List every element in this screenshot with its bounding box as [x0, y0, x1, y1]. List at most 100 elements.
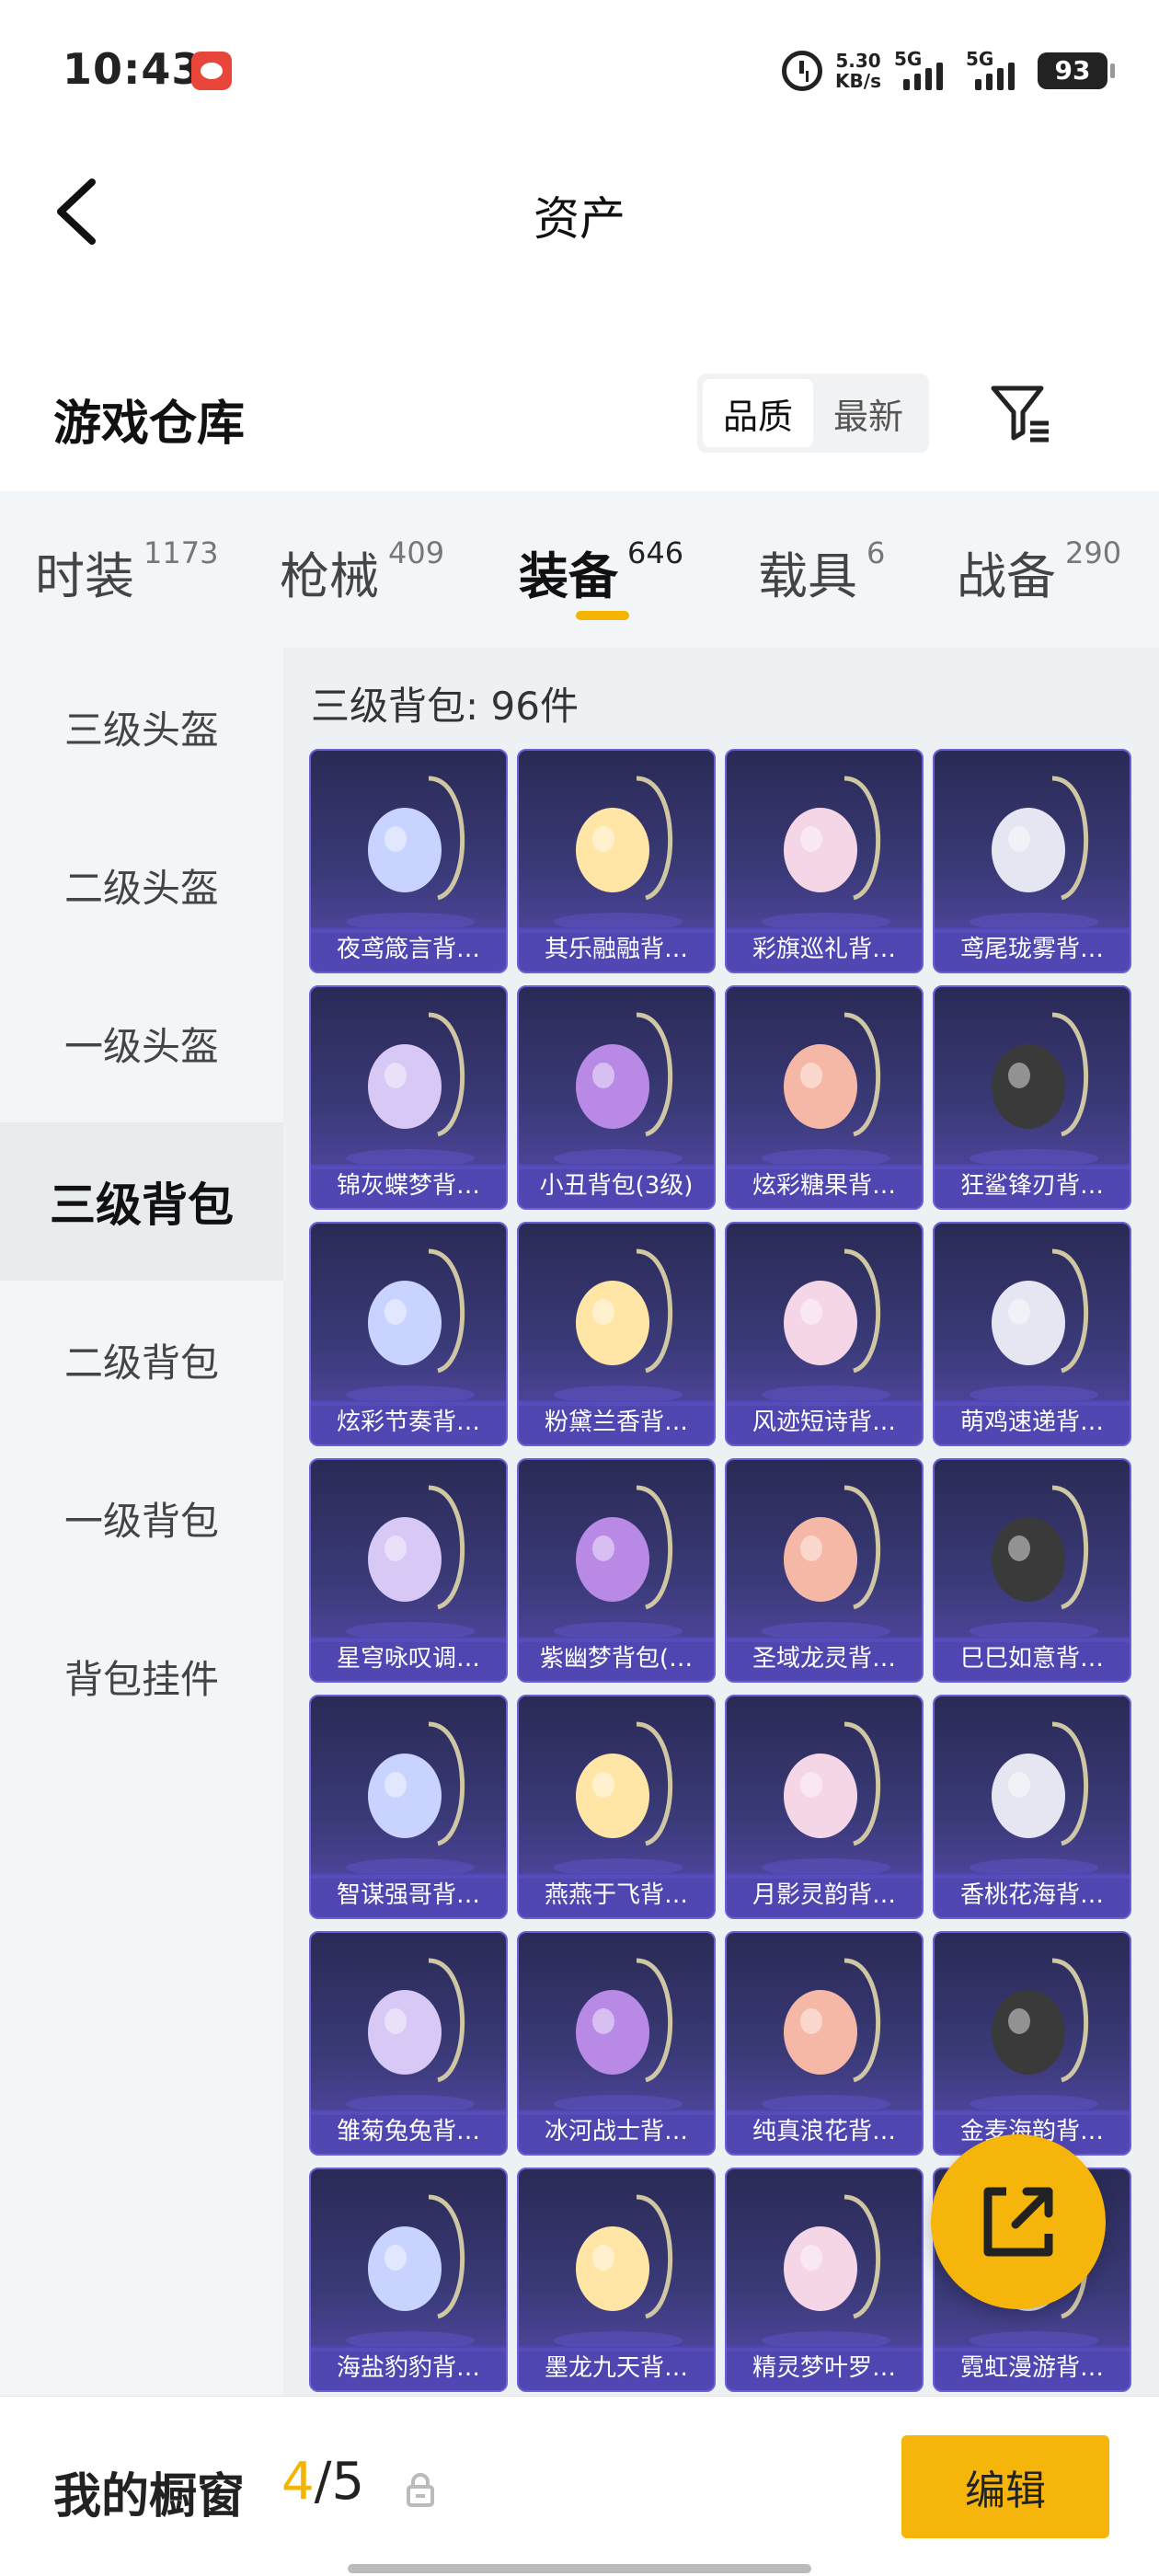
item-card[interactable]: 炫彩节奏背… — [309, 1222, 508, 1446]
sidebar-item-level3-backpack[interactable]: 三级背包 — [0, 1122, 283, 1281]
backpack-thumbnail — [727, 751, 922, 931]
item-name: 霓虹漫游背… — [935, 2346, 1130, 2390]
item-card[interactable]: 鸢尾珑雾背… — [933, 749, 1131, 973]
backpack-thumbnail — [519, 1460, 714, 1640]
tab-label: 时装 — [35, 547, 134, 605]
status-bar: 10:43 5.30 KB/s 5G 5G 93 — [0, 0, 1159, 138]
item-name: 巳巳如意背… — [935, 1637, 1130, 1681]
sidebar-item-level2-helmet[interactable]: 二级头盔 — [0, 806, 283, 964]
item-card[interactable]: 冰河战士背… — [517, 1931, 716, 2156]
item-name: 月影灵韵背… — [727, 1873, 922, 1917]
item-name: 燕燕于飞背… — [519, 1873, 714, 1917]
sort-option-quality[interactable]: 品质 — [703, 379, 813, 447]
share-button[interactable] — [931, 2134, 1106, 2309]
item-card[interactable]: 墨龙九天背… — [517, 2168, 716, 2392]
item-card[interactable]: 紫幽梦背包(… — [517, 1458, 716, 1683]
tab-label: 枪械 — [280, 547, 379, 605]
app-notification-icon — [191, 52, 232, 90]
item-name: 粉黛兰香背… — [519, 1400, 714, 1444]
network-speed: 5.30 KB/s — [835, 51, 881, 91]
item-card[interactable]: 月影灵韵背… — [725, 1695, 924, 1919]
sidebar-item-level3-helmet[interactable]: 三级头盔 — [0, 648, 283, 806]
item-name: 炫彩节奏背… — [311, 1400, 506, 1444]
item-name: 纯真浪花背… — [727, 2110, 922, 2154]
item-card[interactable]: 粉黛兰香背… — [517, 1222, 716, 1446]
item-card[interactable]: 圣域龙灵背… — [725, 1458, 924, 1683]
item-card[interactable]: 巳巳如意背… — [933, 1458, 1131, 1683]
tab-fashion[interactable]: 时装 1173 — [35, 535, 218, 608]
item-name: 彩旗巡礼背… — [727, 927, 922, 972]
status-time: 10:43 — [63, 44, 202, 94]
backpack-thumbnail — [727, 1224, 922, 1404]
item-card[interactable]: 锦灰蝶梦背… — [309, 985, 508, 1210]
backpack-thumbnail — [519, 1933, 714, 2113]
backpack-thumbnail — [311, 987, 506, 1167]
item-card[interactable]: 萌鸡速递背… — [933, 1222, 1131, 1446]
tab-label: 装备 — [519, 547, 618, 605]
backpack-thumbnail — [311, 1933, 506, 2113]
tab-vehicles[interactable]: 载具 6 — [758, 535, 885, 608]
item-card[interactable]: 其乐融融背… — [517, 749, 716, 973]
backpack-thumbnail — [935, 1933, 1130, 2113]
item-name: 紫幽梦背包(… — [519, 1637, 714, 1681]
showcase-label: 我的橱窗 — [53, 2469, 246, 2524]
tab-guns[interactable]: 枪械 409 — [280, 535, 444, 608]
item-card[interactable]: 香桃花海背… — [933, 1695, 1131, 1919]
backpack-thumbnail — [519, 987, 714, 1167]
item-name: 夜鸢箴言背… — [311, 927, 506, 972]
item-card[interactable]: 彩旗巡礼背… — [725, 749, 924, 973]
edit-button[interactable]: 编辑 — [901, 2435, 1109, 2538]
item-card[interactable]: 精灵梦叶罗… — [725, 2168, 924, 2392]
signal-2-icon: 5G — [966, 48, 1025, 92]
backpack-thumbnail — [935, 1224, 1130, 1404]
item-card[interactable]: 燕燕于飞背… — [517, 1695, 716, 1919]
home-indicator — [348, 2564, 811, 2573]
item-card[interactable]: 智谋强哥背… — [309, 1695, 508, 1919]
item-card[interactable]: 星穹咏叹调… — [309, 1458, 508, 1683]
item-count-header: 三级背包: 96件 — [311, 684, 579, 729]
backpack-thumbnail — [311, 1224, 506, 1404]
item-card[interactable]: 纯真浪花背… — [725, 1931, 924, 2156]
item-name: 炫彩糖果背… — [727, 1164, 922, 1208]
tab-count: 6 — [866, 535, 886, 570]
backpack-thumbnail — [311, 1696, 506, 1877]
item-card[interactable]: 风迹短诗背… — [725, 1222, 924, 1446]
tab-supplies[interactable]: 战备 290 — [957, 535, 1121, 608]
backpack-thumbnail — [311, 1460, 506, 1640]
backpack-thumbnail — [727, 1460, 922, 1640]
network-speed-unit: KB/s — [835, 70, 881, 92]
tab-equipment[interactable]: 装备 646 — [519, 535, 683, 608]
item-card[interactable]: 雏菊兔兔背… — [309, 1931, 508, 2156]
backpack-thumbnail — [519, 1224, 714, 1404]
showcase-current: 4 — [281, 2452, 315, 2512]
sidebar-item-level1-backpack[interactable]: 一级背包 — [0, 1439, 283, 1597]
filter-icon[interactable] — [988, 379, 1052, 443]
item-card[interactable]: 金麦海韵背… — [933, 1931, 1131, 2156]
share-icon — [983, 2187, 1053, 2257]
section-title: 游戏仓库 — [53, 397, 246, 452]
tab-label: 载具 — [758, 547, 857, 605]
item-name: 星穹咏叹调… — [311, 1637, 506, 1681]
backpack-thumbnail — [311, 751, 506, 931]
tab-label: 战备 — [957, 547, 1056, 605]
battery-icon: 93 — [1038, 52, 1115, 89]
item-name: 其乐融融背… — [519, 927, 714, 972]
item-name: 鸢尾珑雾背… — [935, 927, 1130, 972]
backpack-thumbnail — [935, 1696, 1130, 1877]
sidebar-item-backpack-charm[interactable]: 背包挂件 — [0, 1597, 283, 1755]
item-name: 风迹短诗背… — [727, 1400, 922, 1444]
item-name: 香桃花海背… — [935, 1873, 1130, 1917]
showcase-total: 5 — [331, 2452, 365, 2512]
sort-option-newest[interactable]: 最新 — [813, 379, 924, 447]
sidebar-item-level2-backpack[interactable]: 二级背包 — [0, 1281, 283, 1439]
item-card[interactable]: 炫彩糖果背… — [725, 985, 924, 1210]
signal-1-icon: 5G — [894, 48, 953, 92]
item-card[interactable]: 海盐豹豹背… — [309, 2168, 508, 2392]
backpack-thumbnail — [519, 2169, 714, 2350]
item-card[interactable]: 狂鲨锋刃背… — [933, 985, 1131, 1210]
page-title: 资产 — [534, 192, 625, 246]
bottom-bar: 我的橱窗 4/5 编辑 — [0, 2396, 1159, 2576]
item-card[interactable]: 夜鸢箴言背… — [309, 749, 508, 973]
sidebar-item-level1-helmet[interactable]: 一级头盔 — [0, 964, 283, 1122]
item-card[interactable]: 小丑背包(3级) — [517, 985, 716, 1210]
